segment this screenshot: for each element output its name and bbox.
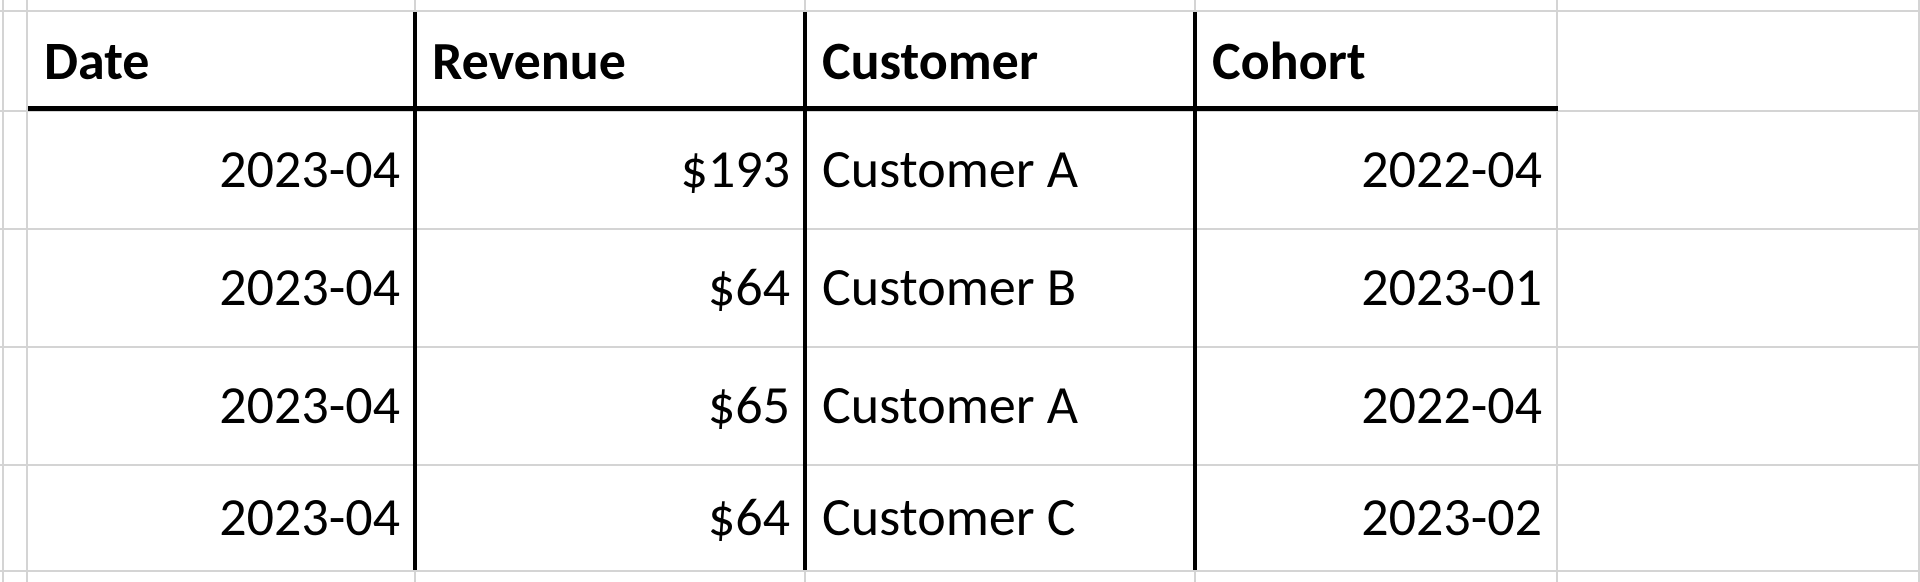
cell-revenue[interactable]: $64 — [416, 464, 806, 570]
cell-customer[interactable]: Customer A — [806, 110, 1196, 228]
cell-cohort[interactable]: 2023-01 — [1196, 228, 1558, 346]
cell-cohort[interactable]: 2022-04 — [1196, 110, 1558, 228]
cell-date[interactable]: 2023-04 — [28, 464, 416, 570]
column-divider — [1193, 12, 1197, 570]
spreadsheet-view[interactable]: Date Revenue Customer Cohort 2023-04 $19… — [0, 0, 1920, 582]
cell-cohort[interactable]: 2023-02 — [1196, 464, 1558, 570]
cell-customer[interactable]: Customer C — [806, 464, 1196, 570]
cell-date[interactable]: 2023-04 — [28, 346, 416, 464]
cell-revenue[interactable]: $64 — [416, 228, 806, 346]
cell-cohort[interactable]: 2022-04 — [1196, 346, 1558, 464]
column-divider — [413, 12, 417, 570]
header-customer[interactable]: Customer — [806, 12, 1196, 110]
header-revenue[interactable]: Revenue — [416, 12, 806, 110]
gridline — [0, 570, 1920, 572]
cell-customer[interactable]: Customer B — [806, 228, 1196, 346]
header-cohort[interactable]: Cohort — [1196, 12, 1558, 110]
cell-customer[interactable]: Customer A — [806, 346, 1196, 464]
gridline — [2, 0, 4, 582]
cell-revenue[interactable]: $193 — [416, 110, 806, 228]
column-divider — [803, 12, 807, 570]
cell-revenue[interactable]: $65 — [416, 346, 806, 464]
cell-date[interactable]: 2023-04 — [28, 110, 416, 228]
header-border-bottom — [28, 106, 1558, 111]
cell-date[interactable]: 2023-04 — [28, 228, 416, 346]
header-date[interactable]: Date — [28, 12, 416, 110]
